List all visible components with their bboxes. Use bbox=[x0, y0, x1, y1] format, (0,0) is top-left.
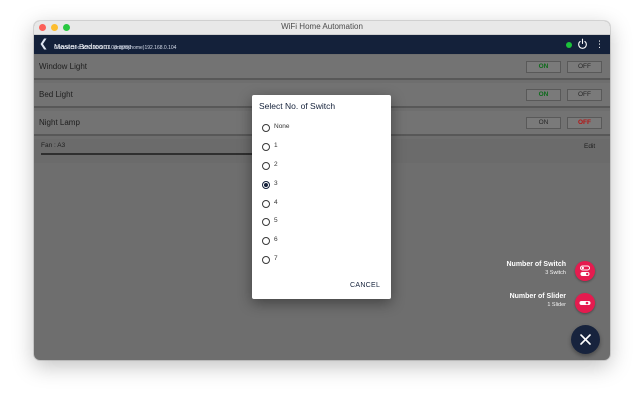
radio-button-selected[interactable] bbox=[262, 181, 270, 189]
on-button[interactable]: ON bbox=[526, 61, 561, 73]
option-2[interactable]: 2 bbox=[262, 161, 372, 173]
radio-button[interactable] bbox=[262, 143, 270, 151]
option-label: 5 bbox=[274, 217, 278, 224]
option-6[interactable]: 6 bbox=[262, 236, 372, 248]
more-vert-icon[interactable]: ⋮ bbox=[595, 37, 604, 51]
fab-item-title: Number of Slider bbox=[509, 293, 566, 300]
option-1[interactable]: 1 bbox=[262, 142, 372, 154]
fab-item-subtitle: 1 Slider bbox=[547, 302, 566, 308]
on-button[interactable]: ON bbox=[526, 117, 561, 129]
option-3[interactable]: 3 bbox=[262, 180, 372, 192]
window-title: WiFi Home Automation bbox=[281, 22, 363, 31]
slider-icon bbox=[579, 301, 591, 305]
slider-fab[interactable] bbox=[575, 293, 595, 313]
dialog-title: Select No. of Switch bbox=[259, 101, 336, 111]
off-button[interactable]: OFF bbox=[567, 117, 602, 129]
switch-row-window-light: Window Light ON OFF bbox=[34, 55, 610, 80]
option-none[interactable]: None bbox=[262, 123, 372, 135]
option-5[interactable]: 5 bbox=[262, 217, 372, 229]
radio-button[interactable] bbox=[262, 218, 270, 226]
option-label: 4 bbox=[274, 199, 278, 206]
app-bar: ❮ Master Bedroom (mightyhome)192.168.0.1… bbox=[34, 35, 610, 54]
edit-button[interactable]: Edit bbox=[584, 143, 595, 150]
toggle-switch-fab[interactable] bbox=[575, 261, 595, 281]
option-7[interactable]: 7 bbox=[262, 255, 372, 267]
connection-status: Connected 192.168.0.108:8080 bbox=[54, 45, 132, 51]
fab-item-number-of-switch[interactable]: Number of Switch 3 Switch bbox=[506, 261, 566, 276]
option-label: 3 bbox=[274, 180, 278, 187]
option-4[interactable]: 4 bbox=[262, 199, 372, 211]
online-status-dot bbox=[566, 42, 572, 48]
close-icon bbox=[580, 334, 591, 345]
fan-label: Fan : A3 bbox=[41, 142, 66, 149]
option-label: 6 bbox=[274, 236, 278, 243]
fan-slider[interactable] bbox=[41, 153, 266, 155]
fab-item-subtitle: 3 Switch bbox=[545, 270, 566, 276]
fab-item-title: Number of Switch bbox=[506, 261, 566, 268]
title-bar: WiFi Home Automation bbox=[34, 21, 610, 35]
select-switch-dialog: Select No. of Switch None 1 2 3 4 5 6 7 … bbox=[252, 95, 391, 299]
off-button[interactable]: OFF bbox=[567, 89, 602, 101]
cancel-button[interactable]: CANCEL bbox=[350, 282, 380, 289]
on-button[interactable]: ON bbox=[526, 89, 561, 101]
option-label: 7 bbox=[274, 255, 278, 262]
off-button[interactable]: OFF bbox=[567, 61, 602, 73]
switch-label: Bed Light bbox=[39, 90, 73, 99]
radio-button[interactable] bbox=[262, 162, 270, 170]
back-arrow-icon[interactable]: ❮ bbox=[39, 37, 48, 51]
option-label: None bbox=[274, 123, 290, 130]
close-fab-button[interactable] bbox=[571, 325, 600, 354]
switch-label: Night Lamp bbox=[39, 118, 80, 127]
radio-button[interactable] bbox=[262, 200, 270, 208]
option-label: 1 bbox=[274, 142, 278, 149]
radio-button[interactable] bbox=[262, 237, 270, 245]
toggle-switch-icon bbox=[580, 265, 590, 276]
radio-button[interactable] bbox=[262, 124, 270, 132]
option-label: 2 bbox=[274, 161, 278, 168]
switch-label: Window Light bbox=[39, 62, 88, 71]
radio-button[interactable] bbox=[262, 256, 270, 264]
fab-item-number-of-slider[interactable]: Number of Slider 1 Slider bbox=[510, 293, 566, 308]
power-icon[interactable] bbox=[577, 37, 588, 51]
